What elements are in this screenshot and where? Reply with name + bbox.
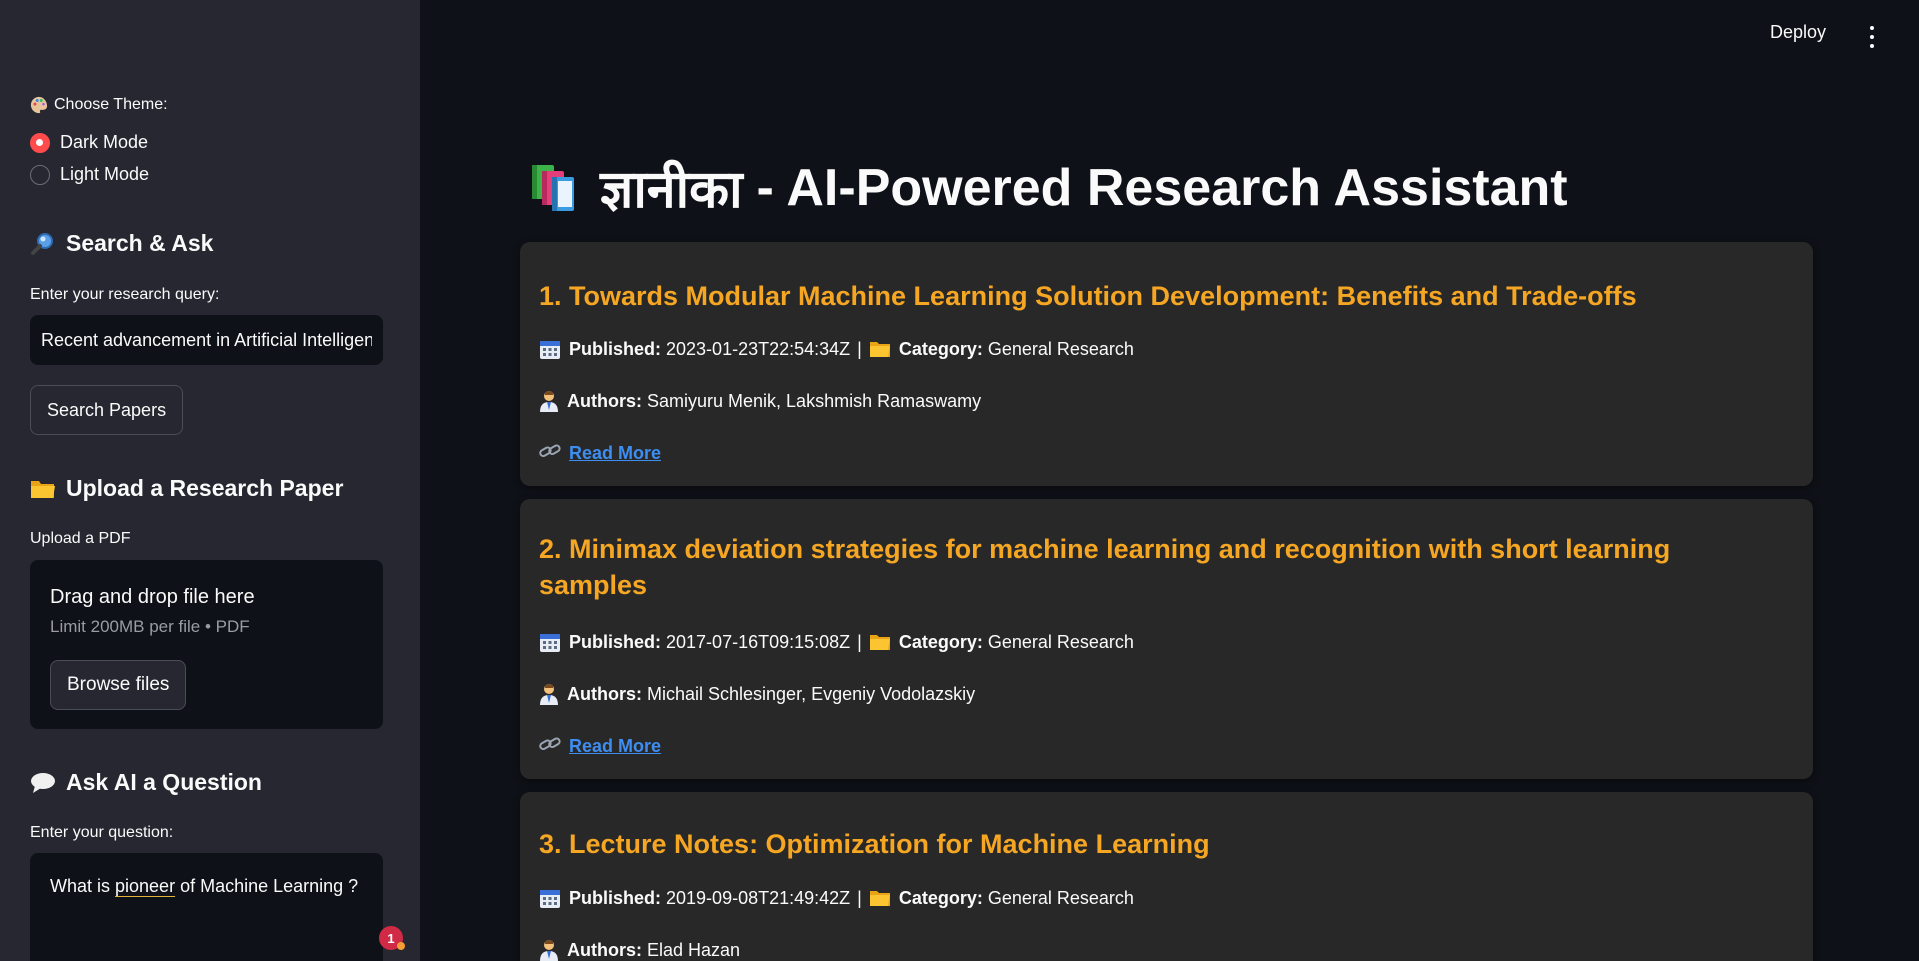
folder-icon — [869, 339, 891, 359]
folder-icon — [869, 632, 891, 652]
category-value: General Research — [987, 338, 1134, 359]
magnifier-icon — [31, 232, 53, 255]
question-flagged-word: pioneer — [115, 876, 176, 896]
sidebar: Choose Theme: Dark Mode Light Mode Searc… — [0, 0, 420, 961]
read-more-link[interactable]: Read More — [539, 442, 661, 465]
ask-heading-text: Ask AI a Question — [66, 769, 262, 795]
person-icon — [539, 683, 559, 705]
link-icon — [539, 735, 561, 758]
folder-icon — [869, 888, 891, 908]
app-title-word: ज्ञानीका — [600, 160, 743, 220]
authors-value: Elad Hazan — [647, 939, 741, 960]
file-dropzone[interactable]: Drag and drop file here Limit 200MB per … — [30, 560, 383, 729]
deploy-button[interactable]: Deploy — [1770, 22, 1826, 43]
published-date: 2023-01-23T22:54:34Z — [666, 338, 851, 359]
paper-meta: Published: 2019-09-08T21:49:42Z | Catego… — [539, 887, 1134, 909]
published-date: 2019-09-08T21:49:42Z — [666, 887, 851, 908]
search-papers-button[interactable]: Search Papers — [30, 385, 184, 435]
paper-authors: Authors: Samiyuru Menik, Lakshmish Ramas… — [539, 390, 981, 412]
authors-value: Michail Schlesinger, Evgeniy Vodolazskiy — [647, 683, 976, 704]
paper-card: 2. Minimax deviation strategies for mach… — [520, 499, 1813, 779]
ask-heading: Ask AI a Question — [30, 769, 262, 796]
person-icon — [539, 939, 559, 961]
radio-dark-mode-label: Dark Mode — [60, 132, 149, 152]
upload-heading-text: Upload a Research Paper — [66, 475, 344, 501]
calendar-icon — [539, 887, 561, 909]
paper-title: 1. Towards Modular Machine Learning Solu… — [539, 281, 1637, 311]
theme-label: Choose Theme: — [30, 96, 168, 114]
read-more-link[interactable]: Read More — [539, 735, 661, 758]
question-textarea[interactable]: What is pioneer of Machine Learning ? — [30, 853, 383, 961]
person-icon — [539, 390, 559, 412]
radio-dot[interactable] — [30, 164, 50, 185]
category-label: Category: — [898, 887, 983, 908]
category-value: General Research — [987, 631, 1134, 652]
page-title: ज्ञानीका - AI-Powered Research Assistant — [528, 152, 1568, 223]
main-menu-icon[interactable] — [1865, 26, 1879, 48]
folder-icon — [31, 480, 55, 498]
authors-value: Samiyuru Menik, Lakshmish Ramaswamy — [647, 390, 982, 411]
calendar-icon — [539, 338, 561, 360]
browse-files-button[interactable]: Browse files — [50, 660, 187, 710]
theme-label-text: Choose Theme: — [54, 96, 168, 113]
upload-heading: Upload a Research Paper — [30, 475, 343, 502]
dropzone-title: Drag and drop file here — [50, 586, 255, 608]
search-heading: Search & Ask — [30, 230, 213, 257]
published-label: Published: — [569, 631, 662, 652]
read-more-label[interactable]: Read More — [569, 443, 661, 464]
question-label: Enter your question: — [30, 824, 174, 841]
link-icon — [539, 442, 561, 465]
search-heading-text: Search & Ask — [66, 230, 214, 256]
paper-authors: Authors: Michail Schlesinger, Evgeniy Vo… — [539, 683, 975, 705]
speech-bubble-icon — [31, 772, 55, 793]
dropzone-limit: Limit 200MB per file • PDF — [50, 617, 250, 636]
calendar-icon — [539, 631, 561, 653]
paper-title: 3. Lecture Notes: Optimization for Machi… — [539, 829, 1210, 859]
upload-label: Upload a PDF — [30, 530, 131, 547]
question-text-end: of Machine Learning ? — [175, 876, 359, 896]
authors-label: Authors: — [567, 939, 642, 960]
radio-dot-selected[interactable] — [30, 132, 50, 153]
meta-separator: | — [857, 338, 862, 359]
authors-label: Authors: — [567, 390, 642, 411]
published-label: Published: — [569, 887, 662, 908]
app-title-rest: - AI-Powered Research Assistant — [756, 158, 1568, 217]
paper-title: 2. Minimax deviation strategies for mach… — [539, 534, 1671, 600]
paper-authors: Authors: Elad Hazan — [539, 939, 740, 961]
books-icon — [532, 164, 574, 211]
authors-label: Authors: — [567, 683, 642, 704]
palette-icon — [30, 96, 48, 114]
meta-separator: | — [857, 887, 862, 908]
paper-card: 1. Towards Modular Machine Learning Solu… — [520, 242, 1813, 486]
radio-light-mode-label: Light Mode — [60, 164, 150, 184]
query-label: Enter your research query: — [30, 286, 220, 303]
paper-card: 3. Lecture Notes: Optimization for Machi… — [520, 792, 1813, 961]
paper-meta: Published: 2023-01-23T22:54:34Z | Catego… — [539, 338, 1134, 360]
read-more-label[interactable]: Read More — [569, 736, 661, 757]
paper-meta: Published: 2017-07-16T09:15:08Z | Catego… — [539, 631, 1134, 653]
category-value: General Research — [987, 887, 1134, 908]
published-date: 2017-07-16T09:15:08Z — [666, 631, 851, 652]
meta-separator: | — [857, 631, 862, 652]
published-label: Published: — [569, 338, 662, 359]
radio-light-mode[interactable]: Light Mode — [30, 164, 149, 185]
notification-dot — [397, 942, 405, 950]
category-label: Category: — [898, 631, 983, 652]
question-text-start: What is — [50, 876, 116, 896]
category-label: Category: — [898, 338, 983, 359]
research-query-input[interactable] — [30, 315, 383, 365]
radio-dark-mode[interactable]: Dark Mode — [30, 132, 148, 153]
